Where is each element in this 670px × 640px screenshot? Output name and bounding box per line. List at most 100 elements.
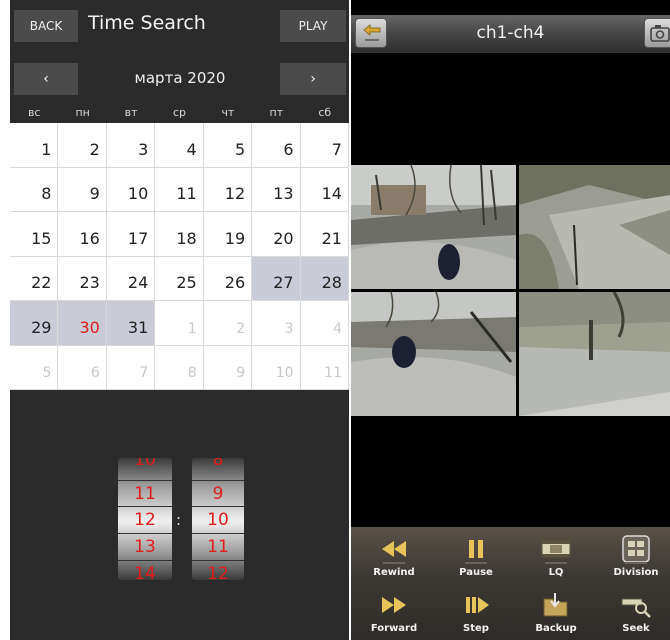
wheel-value-selected: 12 [134, 510, 156, 530]
button-divider [625, 562, 647, 564]
calendar-day[interactable]: 14 [300, 167, 349, 212]
camera-view-ch2[interactable] [519, 165, 670, 289]
lq-label: LQ [548, 567, 564, 578]
wheel-value: 10 [134, 458, 156, 470]
wheel-value: 12 [207, 564, 229, 580]
snapshot-button[interactable] [644, 18, 670, 48]
weekday-label: чт [221, 106, 235, 119]
camera-icon [650, 25, 670, 42]
forward-icon [382, 597, 406, 613]
weekday-label: ср [172, 106, 186, 119]
camera-feed-image [351, 165, 516, 289]
minute-wheel[interactable]: 8 9 10 11 12 [192, 458, 244, 580]
calendar-day-recorded[interactable]: 27 [252, 256, 301, 301]
rewind-label: Rewind [373, 567, 415, 578]
seek-icon [621, 598, 651, 618]
hour-wheel[interactable]: 10 11 12 13 14 [118, 458, 172, 580]
month-navigator: ‹ марта 2020 › [10, 63, 349, 95]
wheel-value: 9 [212, 484, 224, 504]
wheel-value: 14 [134, 564, 156, 580]
camera-feed-image [351, 292, 516, 416]
calendar-day-recorded[interactable]: 31 [106, 301, 156, 346]
calendar-day-next-month: 6 [58, 345, 107, 390]
back-button[interactable]: BACK [14, 10, 78, 42]
calendar-day[interactable]: 18 [155, 212, 204, 257]
calendar-day[interactable]: 26 [203, 256, 253, 301]
calendar-day-recorded[interactable]: 29 [10, 301, 59, 346]
wheel-value: 8 [212, 458, 224, 470]
calendar-day-next-month: 4 [300, 301, 349, 346]
calendar-day[interactable]: 20 [252, 212, 301, 257]
calendar-day-next-month: 8 [155, 345, 204, 390]
backup-button[interactable]: Backup [521, 585, 591, 639]
step-label: Step [463, 623, 489, 634]
calendar-day[interactable]: 9 [58, 167, 107, 212]
weekday-label: сб [318, 106, 332, 119]
calendar-day-next-month: 9 [203, 345, 253, 390]
seek-button[interactable]: Seek [601, 585, 670, 639]
calendar-day[interactable]: 25 [155, 256, 204, 301]
calendar-day[interactable]: 19 [203, 212, 253, 257]
calendar-day[interactable]: 23 [58, 256, 107, 301]
calendar-day[interactable]: 6 [252, 123, 301, 168]
wheel-value: 13 [134, 537, 156, 557]
rewind-button[interactable]: Rewind [359, 529, 429, 583]
calendar-day-selected[interactable]: 30 [58, 301, 107, 346]
calendar-day[interactable]: 7 [300, 123, 349, 168]
time-separator: : [176, 511, 182, 529]
calendar-day-recorded[interactable]: 28 [300, 256, 349, 301]
weekday-header: вс пн вт ср чт пт сб [10, 103, 349, 123]
calendar-day[interactable]: 8 [10, 167, 59, 212]
calendar-day[interactable]: 16 [58, 212, 107, 257]
lq-button[interactable]: LQ [521, 529, 591, 583]
calendar-grid: 1 2 3 4 5 6 7 8 9 10 11 12 13 14 15 16 1… [10, 123, 349, 390]
calendar-day[interactable]: 17 [106, 212, 156, 257]
button-divider [545, 562, 567, 564]
step-button[interactable]: Step [441, 585, 511, 639]
rewind-icon [382, 541, 406, 557]
play-button[interactable]: PLAY [280, 10, 346, 42]
calendar-day[interactable]: 15 [10, 212, 59, 257]
camera-feed-image [519, 292, 670, 416]
wheel-value-selected: 10 [207, 510, 229, 530]
month-label: марта 2020 [134, 69, 226, 87]
calendar-day[interactable]: 5 [203, 123, 253, 168]
pause-button[interactable]: Pause [441, 529, 511, 583]
seek-label: Seek [622, 623, 650, 634]
camera-view-ch1[interactable] [351, 165, 516, 289]
calendar-day[interactable]: 13 [252, 167, 301, 212]
camera-feed-image [519, 165, 670, 289]
calendar-day[interactable]: 21 [300, 212, 349, 257]
button-divider [383, 562, 405, 564]
backup-icon [543, 593, 568, 617]
pause-label: Pause [459, 567, 493, 578]
calendar-day-next-month: 5 [10, 345, 59, 390]
calendar-day-next-month: 2 [203, 301, 253, 346]
calendar-day[interactable]: 11 [155, 167, 204, 212]
next-month-button[interactable]: › [280, 63, 346, 95]
step-icon [466, 597, 489, 613]
forward-button[interactable]: Forward [359, 585, 429, 639]
prev-month-button[interactable]: ‹ [14, 63, 78, 95]
button-divider [465, 562, 487, 564]
calendar-day[interactable]: 3 [106, 123, 156, 168]
calendar-day-next-month: 7 [106, 345, 156, 390]
calendar-day[interactable]: 12 [203, 167, 253, 212]
calendar-day[interactable]: 2 [58, 123, 107, 168]
weekday-label: вт [124, 106, 138, 119]
calendar-day[interactable]: 4 [155, 123, 204, 168]
camera-view-ch4[interactable] [519, 292, 670, 416]
camera-view-ch3[interactable] [351, 292, 516, 416]
wheel-divider [192, 506, 244, 507]
wheel-divider [118, 480, 172, 481]
division-button[interactable]: Division [601, 529, 670, 583]
calendar-day[interactable]: 22 [10, 256, 59, 301]
wheel-divider [192, 480, 244, 481]
weekday-label: пн [75, 106, 90, 119]
pause-icon [469, 540, 483, 558]
calendar-day[interactable]: 10 [106, 167, 156, 212]
calendar-day[interactable]: 24 [106, 256, 156, 301]
wheel-divider [118, 560, 172, 561]
calendar-day[interactable]: 1 [10, 123, 59, 168]
calendar-day-next-month: 3 [252, 301, 301, 346]
